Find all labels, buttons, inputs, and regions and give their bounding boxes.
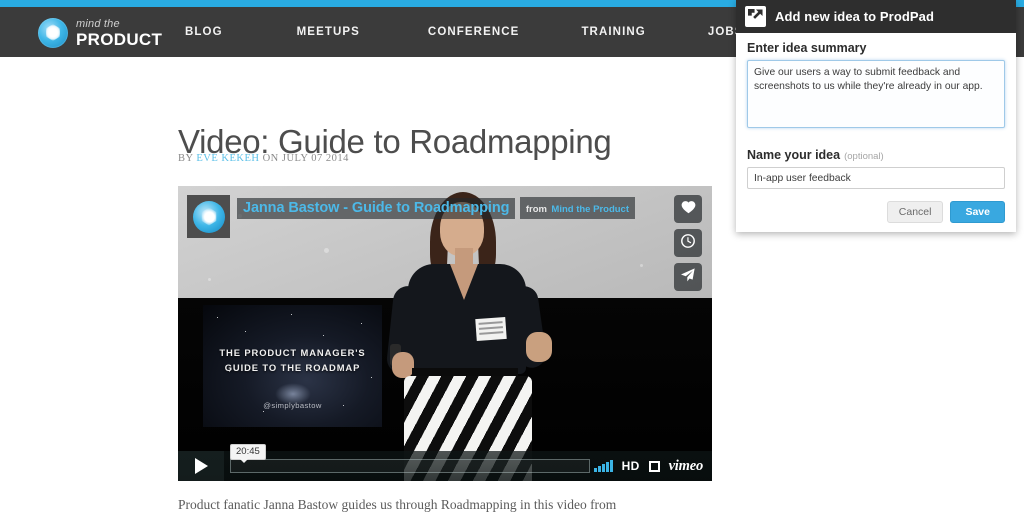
mind-the-product-logo-icon xyxy=(38,18,68,48)
video-control-bar: 20:45 HD vimeo xyxy=(178,444,712,481)
idea-summary-input[interactable] xyxy=(747,60,1005,128)
video-channel-avatar[interactable] xyxy=(187,195,230,238)
nav-item-blog[interactable]: BLOG xyxy=(185,26,223,38)
presentation-slide: THE PRODUCT MANAGER'S GUIDE TO THE ROADM… xyxy=(203,305,382,427)
vimeo-logo[interactable]: vimeo xyxy=(669,458,704,475)
progress-bar[interactable] xyxy=(230,459,591,473)
prodpad-arrow-icon xyxy=(745,6,766,27)
slide-title-line-2: GUIDE TO THE ROADMAP xyxy=(224,362,361,373)
share-button[interactable] xyxy=(674,263,702,291)
idea-summary-label: Enter idea summary xyxy=(747,41,867,55)
publish-date: JULY 07 2014 xyxy=(281,153,349,164)
logo-line-2: PRODUCT xyxy=(76,29,163,49)
video-right-controls: HD vimeo xyxy=(594,458,712,475)
fullscreen-icon[interactable] xyxy=(648,460,660,472)
logo-line-1: mind the xyxy=(76,17,120,30)
primary-nav-list: BLOG MEETUPS CONFERENCE TRAINING JOBS xyxy=(185,7,744,57)
prodpad-panel-body: Enter idea summary Name your idea(option… xyxy=(736,33,1016,232)
clock-icon xyxy=(680,233,696,254)
paper-plane-icon xyxy=(680,267,696,288)
idea-name-input[interactable] xyxy=(747,167,1005,189)
byline-prefix: BY xyxy=(178,153,194,164)
slide-handle: @simplybastow xyxy=(263,401,322,410)
slide-title: THE PRODUCT MANAGER'S GUIDE TO THE ROADM… xyxy=(203,345,382,375)
idea-name-optional-hint: (optional) xyxy=(844,151,884,162)
site-logo[interactable]: mind the PRODUCT xyxy=(38,18,162,48)
cancel-button[interactable]: Cancel xyxy=(886,201,944,223)
idea-name-label-text: Name your idea xyxy=(747,148,841,162)
prodpad-panel-title: Add new idea to ProdPad xyxy=(775,9,935,24)
video-action-buttons xyxy=(674,195,702,291)
time-tooltip: 20:45 xyxy=(230,444,266,463)
mind-the-product-avatar-icon xyxy=(192,200,225,233)
video-player[interactable]: THE PRODUCT MANAGER'S GUIDE TO THE ROADM… xyxy=(178,186,712,481)
prodpad-panel-header: Add new idea to ProdPad xyxy=(736,0,1016,33)
nav-item-training[interactable]: TRAINING xyxy=(581,26,645,38)
idea-name-label: Name your idea (optional) xyxy=(747,148,1005,162)
save-button[interactable]: Save xyxy=(950,201,1005,223)
video-title[interactable]: Janna Bastow - Guide to Roadmapping xyxy=(237,198,516,219)
hd-toggle[interactable]: HD xyxy=(622,459,640,473)
article-body-excerpt: Product fanatic Janna Bastow guides us t… xyxy=(178,497,617,512)
watch-later-button[interactable] xyxy=(674,229,702,257)
play-icon xyxy=(194,458,208,474)
like-button[interactable] xyxy=(674,195,702,223)
video-from-label: from xyxy=(525,204,547,215)
slide-title-line-1: THE PRODUCT MANAGER'S xyxy=(219,347,366,358)
prodpad-panel-actions: Cancel Save xyxy=(747,201,1005,223)
nav-item-conference[interactable]: CONFERENCE xyxy=(428,26,520,38)
video-title-overlay: Janna Bastow - Guide to Roadmapping from… xyxy=(187,195,635,238)
byline: BY EVE KEKEH ON JULY 07 2014 xyxy=(178,153,349,164)
byline-mid: ON xyxy=(262,153,279,164)
video-channel-link[interactable]: Mind the Product xyxy=(551,204,629,215)
site-logo-text: mind the PRODUCT xyxy=(76,17,163,49)
prodpad-panel: Add new idea to ProdPad Enter idea summa… xyxy=(736,0,1016,232)
heart-icon xyxy=(681,200,696,219)
video-channel-line: from Mind the Product xyxy=(519,197,635,219)
nav-item-meetups[interactable]: MEETUPS xyxy=(297,26,360,38)
author-link[interactable]: EVE KEKEH xyxy=(196,153,259,164)
play-button[interactable] xyxy=(178,451,224,481)
volume-control[interactable] xyxy=(594,460,613,472)
